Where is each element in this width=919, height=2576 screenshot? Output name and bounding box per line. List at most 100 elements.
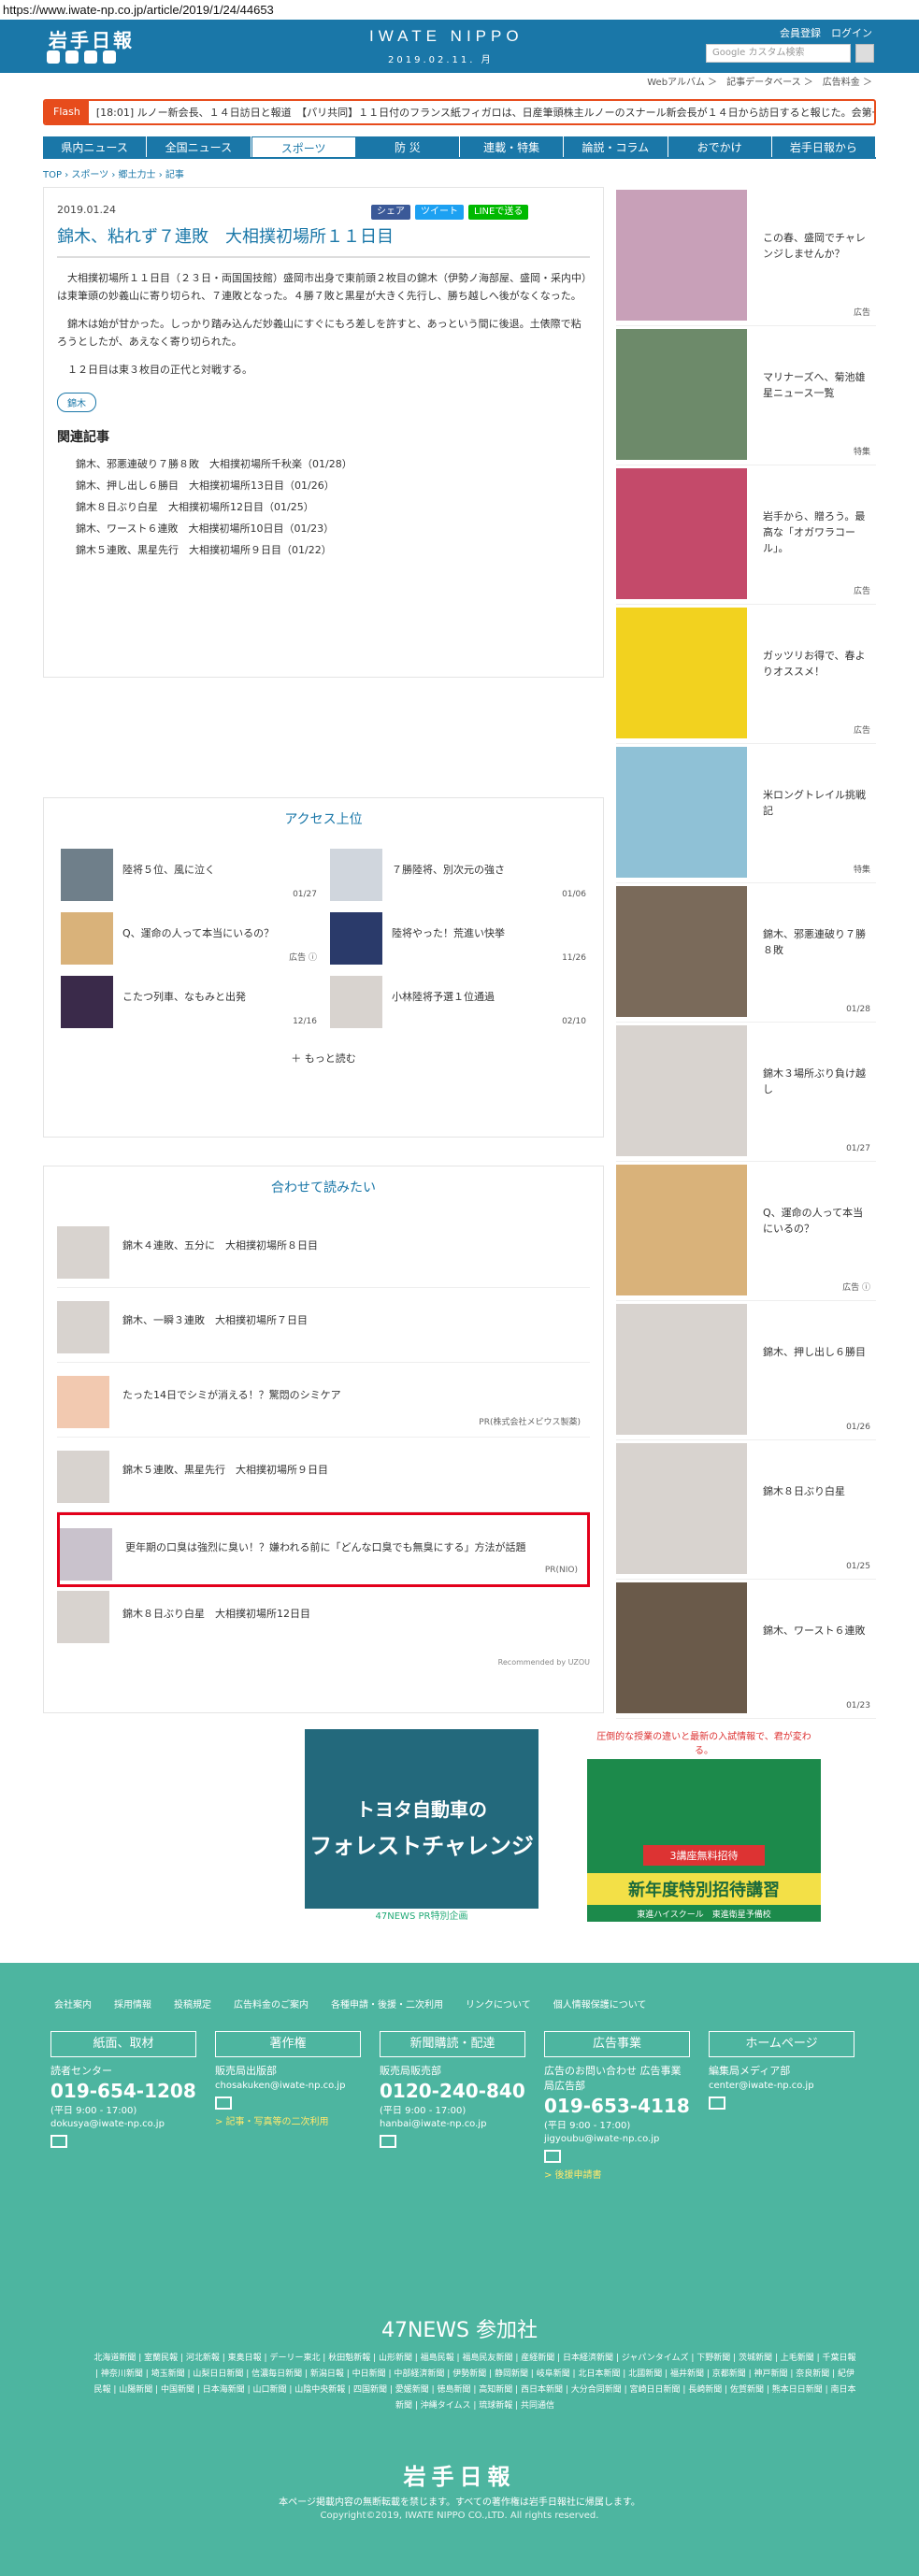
rank-item[interactable]: こたつ列車、なもみと出発 12/16 [61, 976, 317, 1028]
nav-item-local[interactable]: 県内ニュース [43, 136, 148, 157]
footer-link[interactable]: 会社案内 [54, 1996, 92, 2011]
mail-icon[interactable] [380, 2135, 396, 2148]
recommended-by[interactable]: Recommended by UZOU [44, 1649, 603, 1676]
thumbnail [616, 329, 747, 460]
47news-heading: 47NEWS 参加社 [381, 2319, 538, 2342]
sidebar-item[interactable]: 錦木３場所ぶり負け越し 01/27 [616, 1023, 876, 1162]
nav-item-disaster[interactable]: 防 災 [355, 136, 460, 157]
main-column: 2019.01.24 シェア ツイート LINEで送る 錦木、粘れず７連敗 大相… [43, 187, 604, 1713]
sidebar-item[interactable]: ガッツリお得で、春よりオススメ！ 広告 [616, 605, 876, 744]
nav-item-from-nippo[interactable]: 岩手日報から [771, 136, 876, 157]
instagram-icon[interactable] [103, 50, 116, 64]
footer-link[interactable]: 広告料金のご案内 [234, 1996, 309, 2011]
copyright-notice: 本ページ掲載内容の無断転載を禁じます。すべての著作権は岩手日報社に帰属します。 [279, 2497, 640, 2508]
thumbnail [57, 1376, 109, 1428]
youtube-icon[interactable] [84, 50, 97, 64]
rank-item[interactable]: 陸将やった！荒進い快挙 11/26 [330, 912, 586, 965]
mail-icon[interactable] [709, 2097, 725, 2110]
article-body: 大相撲初場所１１日目（２３日・両国国技館）盛岡市出身で東前頭２枚目の錦木（伊勢ノ… [57, 269, 590, 379]
social-icons [47, 50, 116, 64]
sub-navigation[interactable]: Webアルバム ＞ 記事データベース ＞ 広告料金 ＞ [0, 73, 919, 93]
highlighted-ad-item[interactable]: 更年期の口臭は強烈に臭い！？嫌われる前に「どんな口臭でも無臭にする」方法が話題 P… [57, 1512, 590, 1587]
contact-column: 著作権 販売局出版部 chosakuken@iwate-np.co.jp > 記… [215, 2031, 361, 2181]
thumbnail [330, 849, 382, 901]
footer-link[interactable]: 個人情報保護について [553, 1996, 647, 2011]
global-nav: 県内ニュース 全国ニュース スポーツ 防 災 連載・特集 論説・コラム おでかけ… [43, 136, 876, 159]
browser-url[interactable]: https://www.iwate-np.co.jp/article/2019/… [0, 0, 919, 20]
footer-link[interactable]: 投稿規定 [174, 1996, 211, 2011]
contact-column: 紙面、取材 読者センター 019-654-1208 (平日 9:00 - 17:… [50, 2031, 196, 2181]
tag-nishikigi[interactable]: 錦木 [57, 393, 96, 412]
sidebar-item[interactable]: 錦木、押し出し６勝目 01/26 [616, 1301, 876, 1440]
related-link[interactable]: 錦木５連敗、黒星先行 大相撲初場所９日目（01/22） [76, 539, 590, 561]
related-heading: 関連記事 [57, 430, 109, 445]
site-logo[interactable]: 岩手日報 [49, 25, 135, 52]
footer-link[interactable]: 各種申請・後援・二次利用 [331, 1996, 443, 2011]
line-share-button[interactable]: LINEで送る [468, 205, 529, 220]
copyright: Copyright©2019, IWATE NIPPO CO.,LTD. All… [320, 2511, 599, 2521]
sidebar-item[interactable]: 米ロングトレイル挑戦記 特集 [616, 744, 876, 883]
more-button[interactable]: ＋ もっと読む [44, 1038, 603, 1080]
contact-button[interactable]: 新聞購読・配達 [380, 2031, 525, 2057]
rank-item[interactable]: Q、運命の人って本当にいるの？ 広告 ⓘ [61, 912, 317, 965]
list-item[interactable]: 錦木５連敗、黒星先行 大相撲初場所９日目 [57, 1438, 590, 1512]
member-links[interactable]: 会員登録 ログイン [780, 25, 872, 40]
nav-item-national[interactable]: 全国ニュース [147, 136, 251, 157]
sidebar-item[interactable]: 岩手から、贈ろう。最高な「オガワラコール」。 広告 [616, 465, 876, 605]
sidebar-item[interactable]: マリナーズへ、菊池雄星ニュース一覧 特集 [616, 326, 876, 465]
related-link[interactable]: 錦木、押し出し６勝目 大相撲初場所13日目（01/26） [76, 475, 590, 496]
thumbnail [616, 886, 747, 1017]
facebook-icon[interactable] [65, 50, 79, 64]
twitter-icon[interactable] [47, 50, 60, 64]
thumbnail [61, 849, 113, 901]
footer-logo[interactable]: 岩手日報 [0, 2458, 919, 2491]
center-logo[interactable]: IWATE NIPPO [369, 27, 524, 46]
article-paragraph: 大相撲初場所１１日目（２３日・両国国技館）盛岡市出身で東前頭２枚目の錦木（伊勢ノ… [57, 272, 587, 302]
footer-link[interactable]: 採用情報 [114, 1996, 151, 2011]
search-input[interactable]: Google カスタム検索 [706, 44, 851, 63]
phone-number[interactable]: 019-653-4118 [544, 2095, 690, 2117]
search-button[interactable] [855, 44, 874, 63]
thumbnail [330, 976, 382, 1028]
sidebar-item[interactable]: 錦木、邪悪連破り７勝８敗 01/28 [616, 883, 876, 1023]
mail-icon[interactable] [50, 2135, 67, 2148]
nav-item-outing[interactable]: おでかけ [668, 136, 772, 157]
rank-item[interactable]: ７勝陸将、別次元の強さ 01/06 [330, 849, 586, 901]
list-item[interactable]: 錦木４連敗、五分に 大相撲初場所８日目 [57, 1213, 590, 1288]
thumbnail [57, 1301, 109, 1353]
sidebar-item[interactable]: 錦木８日ぶり白星 01/25 [616, 1440, 876, 1580]
rank-item[interactable]: 小林陸将予選１位通過 02/10 [330, 976, 586, 1028]
related-link[interactable]: 錦木、ワースト６連敗 大相撲初場所10日目（01/23） [76, 518, 590, 539]
thumbnail [616, 747, 747, 878]
phone-number[interactable]: 0120-240-840 [380, 2080, 525, 2102]
47news-papers[interactable]: 北海道新聞 | 室蘭民報 | 河北新報 | 東奥日報 | デーリー東北 | 秋田… [93, 2351, 856, 2414]
flash-text[interactable]: [18:01] ルノー新会長、１４日訪日と報道 【パリ共同】１１日付のフランス紙… [89, 105, 874, 120]
forest-challenge-ad[interactable]: トヨタ自動車の フォレストチャレンジ 47NEWS PR特別企画 [305, 1729, 538, 1925]
list-item[interactable]: たった14日でシミが消える！？驚悶のシミケア PR(株式会社メビウス製薬) [57, 1363, 590, 1438]
facebook-share-button[interactable]: シェア [371, 205, 410, 220]
contact-button[interactable]: ホームページ [709, 2031, 854, 2057]
contact-button[interactable]: 広告事業 [544, 2031, 690, 2057]
access-heading: アクセス上位 [284, 812, 363, 827]
list-item[interactable]: 錦木８日ぶり白星 大相撲初場所12日目 [57, 1587, 590, 1643]
phone-number[interactable]: 019-654-1208 [50, 2080, 196, 2102]
breadcrumb[interactable]: TOP › スポーツ › 郷土力士 › 記事 [43, 166, 876, 180]
sidebar-item[interactable]: この春、盛岡でチャレンジしませんか？ 広告 [616, 187, 876, 326]
school-ad[interactable]: 圧倒的な授業の違いと最新の入試情報で、君が変わる。 3講座無料招待 新年度特別招… [587, 1725, 821, 1922]
nav-item-column[interactable]: 論説・コラム [564, 136, 668, 157]
footer-link[interactable]: リンクについて [466, 1996, 531, 2011]
mail-icon[interactable] [544, 2150, 561, 2163]
mail-icon[interactable] [215, 2097, 232, 2110]
list-item[interactable]: 錦木、一瞬３連敗 大相撲初場所７日目 [57, 1288, 590, 1363]
tweet-button[interactable]: ツイート [415, 205, 464, 220]
nav-item-sports[interactable]: スポーツ [251, 136, 356, 157]
contact-button[interactable]: 紙面、取材 [50, 2031, 196, 2057]
nav-item-features[interactable]: 連載・特集 [460, 136, 565, 157]
sidebar-item[interactable]: Q、運命の人って本当にいるの？ 広告 ⓘ [616, 1162, 876, 1301]
related-link[interactable]: 錦木、邪悪連破り７勝８敗 大相撲初場所千秋楽（01/28） [76, 453, 590, 475]
flash-news-bar[interactable]: Flash [18:01] ルノー新会長、１４日訪日と報道 【パリ共同】１１日付… [43, 99, 876, 125]
rank-item[interactable]: 陸将５位、風に泣く 01/27 [61, 849, 317, 901]
sidebar-item[interactable]: 錦木、ワースト６連敗 01/23 [616, 1580, 876, 1719]
related-link[interactable]: 錦木８日ぶり白星 大相撲初場所12日目（01/25） [76, 496, 590, 518]
contact-button[interactable]: 著作権 [215, 2031, 361, 2057]
